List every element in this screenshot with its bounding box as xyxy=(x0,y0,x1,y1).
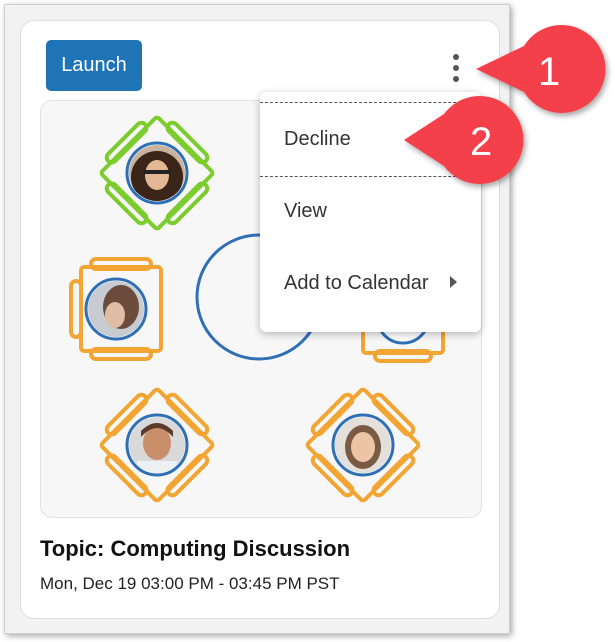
callout-number-2: 2 xyxy=(470,120,493,164)
callout-2 xyxy=(404,96,524,184)
annotation-callouts xyxy=(404,25,606,184)
callout-number-1: 1 xyxy=(538,50,561,94)
